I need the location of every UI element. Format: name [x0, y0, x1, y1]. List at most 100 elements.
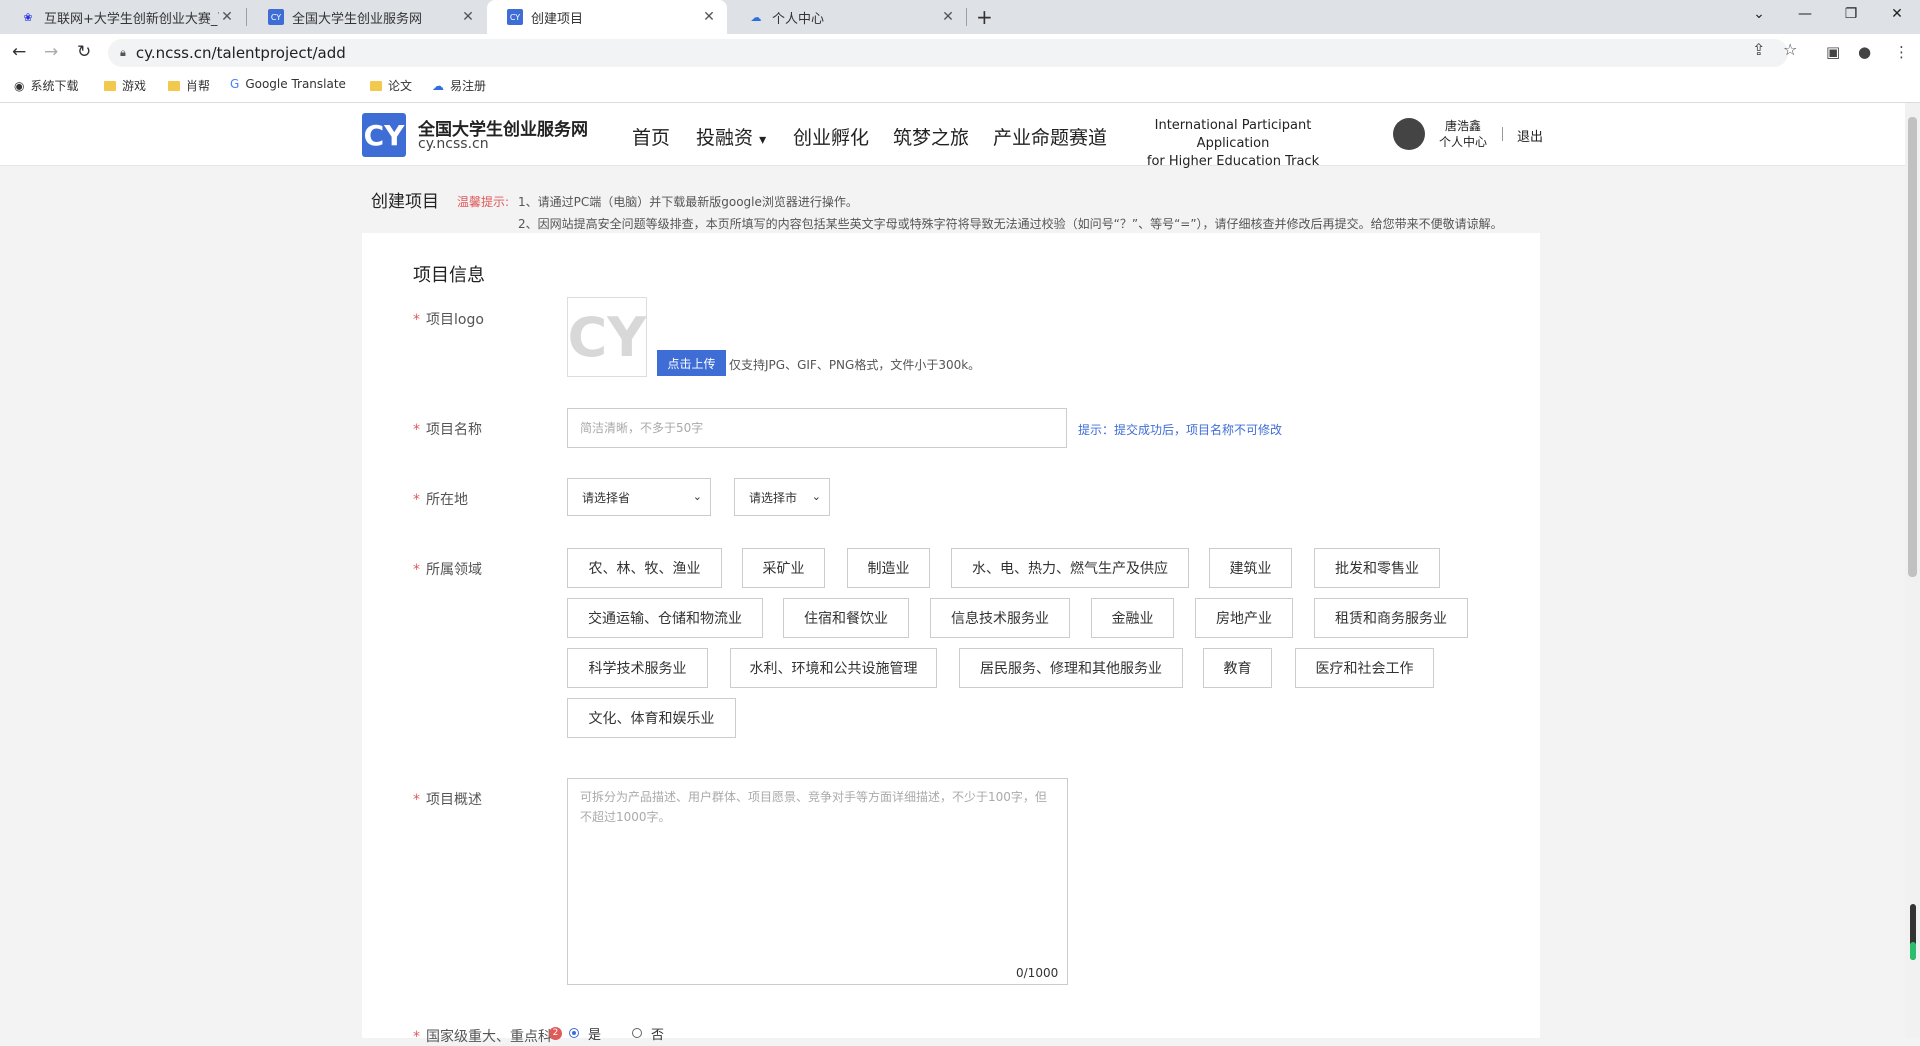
project-summary-textarea[interactable]	[567, 778, 1068, 985]
field-chip-it-services[interactable]: 信息技术服务业	[930, 598, 1070, 638]
user-menu[interactable]: 唐浩鑫 个人中心	[1438, 118, 1488, 150]
bookmark-papers[interactable]: 论文	[370, 77, 412, 94]
field-chip-construction[interactable]: 建筑业	[1209, 548, 1292, 588]
field-chip-education[interactable]: 教育	[1203, 648, 1272, 688]
field-chip-manufacturing[interactable]: 制造业	[847, 548, 930, 588]
restore-icon[interactable]: ❐	[1828, 0, 1874, 30]
tab-create-project[interactable]: CY 创建项目 ✕	[487, 0, 727, 34]
required-mark: *	[413, 1029, 420, 1045]
close-icon[interactable]: ✕	[940, 9, 956, 25]
site-url: cy.ncss.cn	[418, 136, 489, 152]
bookmark-system-download[interactable]: ◉ 系统下载	[14, 77, 79, 94]
field-chip-agriculture[interactable]: 农、林、牧、渔业	[567, 548, 722, 588]
nav-home[interactable]: 首页	[632, 123, 670, 150]
field-chip-finance[interactable]: 金融业	[1091, 598, 1174, 638]
bookmark-star-icon[interactable]: ☆	[1783, 40, 1797, 59]
field-chip-wholesale-retail[interactable]: 批发和零售业	[1314, 548, 1440, 588]
field-chip-resident-services[interactable]: 居民服务、修理和其他服务业	[959, 648, 1183, 688]
tab-baidu[interactable]: ❀ 互联网+大学生创新创业大赛_百度 ✕	[0, 0, 245, 34]
menu-icon[interactable]: ⋮	[1894, 43, 1909, 61]
nav-incubation[interactable]: 创业孵化	[793, 123, 869, 150]
city-select-value: 请选择市	[749, 490, 798, 505]
character-counter: 0/1000	[1016, 966, 1059, 980]
close-icon[interactable]: ✕	[701, 9, 717, 25]
user-name: 唐浩鑫	[1444, 119, 1481, 133]
tip-label: 温馨提示:	[457, 195, 510, 209]
site-logo[interactable]: CY	[362, 113, 406, 157]
tab-title: 个人中心	[772, 11, 825, 27]
scrollbar-thumb[interactable]	[1908, 117, 1917, 577]
tab-ncss-home[interactable]: CY 全国大学生创业服务网 ✕	[248, 0, 486, 34]
field-chip-mining[interactable]: 采矿业	[742, 548, 825, 588]
name-label-text: 项目名称	[426, 422, 482, 438]
field-chip-transport[interactable]: 交通运输、仓储和物流业	[567, 598, 763, 638]
bookmark-games[interactable]: 游戏	[104, 77, 146, 94]
tab-search-icon[interactable]: ⌄	[1736, 0, 1782, 30]
required-mark: *	[413, 792, 420, 808]
site-header: CY 全国大学生创业服务网 cy.ncss.cn 首页 投融资 ▾ 创业孵化 筑…	[0, 103, 1905, 169]
close-window-icon[interactable]: ✕	[1874, 0, 1920, 30]
avatar[interactable]	[1393, 118, 1425, 150]
radio-no[interactable]	[632, 1028, 642, 1038]
project-name-input[interactable]	[567, 408, 1067, 448]
tab-title: 全国大学生创业服务网	[292, 11, 423, 27]
reload-icon[interactable]: ↻	[77, 42, 91, 62]
close-icon[interactable]: ✕	[460, 9, 476, 25]
logo-label-text: 项目logo	[426, 312, 484, 328]
new-tab-button[interactable]: +	[976, 5, 993, 29]
url-text[interactable]: cy.ncss.cn/talentproject/add	[136, 44, 346, 62]
bookmark-google-translate[interactable]: G Google Translate	[230, 77, 346, 91]
city-select[interactable]: 请选择市 ⌄	[734, 478, 830, 516]
field-chip-real-estate[interactable]: 房地产业	[1195, 598, 1293, 638]
side-widget[interactable]	[1910, 904, 1916, 960]
tab-title: 互联网+大学生创新创业大赛_百度	[44, 11, 219, 27]
upload-button[interactable]: 点击上传	[657, 350, 726, 376]
divider	[1502, 127, 1503, 141]
globe-icon: ◉	[14, 78, 25, 93]
bookmark-easy-register[interactable]: ☁ 易注册	[432, 77, 486, 94]
address-bar[interactable]: 🔒︎ cy.ncss.cn/talentproject/add	[108, 39, 1788, 67]
user-center-link: 个人中心	[1438, 135, 1487, 149]
tab-personal-center[interactable]: ☁ 个人中心 ✕	[728, 0, 966, 34]
cloud-icon: ☁	[432, 78, 444, 93]
field-chip-water-environment[interactable]: 水利、环境和公共设施管理	[730, 648, 937, 688]
province-select[interactable]: 请选择省 ⌄	[567, 478, 711, 516]
required-mark: *	[413, 312, 420, 328]
required-mark: *	[413, 422, 420, 438]
bookmark-label: 易注册	[450, 79, 487, 93]
field-chip-leasing-business[interactable]: 租赁和商务服务业	[1314, 598, 1468, 638]
lock-icon[interactable]: 🔒︎	[120, 46, 126, 60]
tab-divider	[246, 8, 247, 26]
logo-preview-image: CY	[567, 297, 647, 377]
field-chip-science-tech[interactable]: 科学技术服务业	[567, 648, 708, 688]
folder-icon	[168, 80, 180, 91]
translate-icon: G	[230, 77, 240, 91]
nav-investment[interactable]: 投融资 ▾	[696, 123, 766, 150]
profile-icon[interactable]: ●	[1858, 43, 1871, 61]
notification-badge: 2	[549, 1027, 562, 1040]
cloud-icon: ☁	[750, 10, 762, 24]
field-chip-hospitality[interactable]: 住宿和餐饮业	[783, 598, 909, 638]
bookmark-label: Google Translate	[245, 77, 346, 91]
folder-icon	[370, 80, 382, 91]
nav-dream-journey[interactable]: 筑梦之旅	[893, 123, 969, 150]
back-icon[interactable]: ←	[12, 42, 26, 62]
tip-line-2: 2、因网站提高安全问题等级排查，本页所填写的内容包括某些英文字母或特殊字符将导致…	[518, 217, 1503, 231]
radio-yes-label[interactable]: 是	[588, 1024, 601, 1043]
field-chip-healthcare[interactable]: 医疗和社会工作	[1295, 648, 1434, 688]
side-panel-icon[interactable]: ▣	[1826, 43, 1840, 61]
forward-icon[interactable]: →	[44, 42, 58, 62]
radio-yes[interactable]	[569, 1028, 579, 1038]
nav-industry-track[interactable]: 产业命题赛道	[993, 123, 1107, 150]
bookmark-xiaobang[interactable]: 肖帮	[168, 77, 210, 94]
field-chip-utilities[interactable]: 水、电、热力、燃气生产及供应	[951, 548, 1189, 588]
intl-line-2: for Higher Education Track	[1146, 154, 1320, 169]
intl-application-link[interactable]: International Participant Application fo…	[1128, 117, 1338, 171]
tip-line-1: 1、请通过PC端（电脑）并下载最新版google浏览器进行操作。	[518, 195, 858, 209]
logout-link[interactable]: 退出	[1517, 126, 1543, 145]
share-icon[interactable]: ⇪	[1752, 40, 1765, 59]
radio-no-label[interactable]: 否	[651, 1024, 664, 1043]
minimize-icon[interactable]: —	[1782, 0, 1828, 30]
field-chip-culture-sports[interactable]: 文化、体育和娱乐业	[567, 698, 736, 738]
close-icon[interactable]: ✕	[219, 9, 235, 25]
